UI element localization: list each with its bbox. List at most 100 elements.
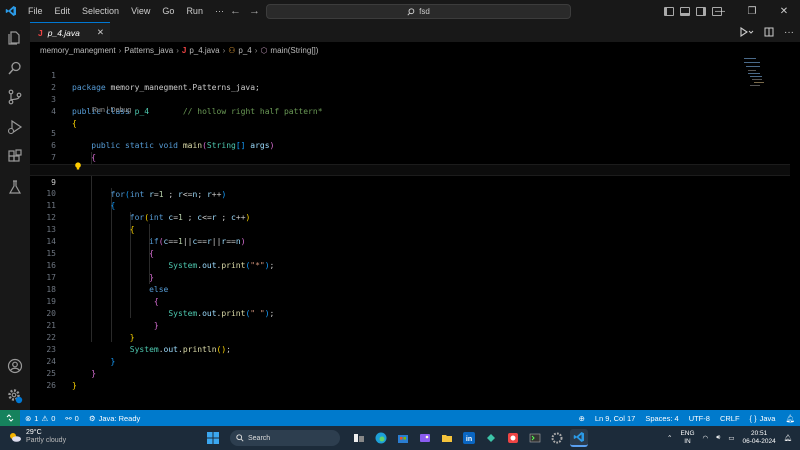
breadcrumb-method[interactable]: main(String[]) xyxy=(270,46,318,55)
task-view-icon[interactable] xyxy=(350,429,368,447)
ports-icon: ⚯ xyxy=(65,413,72,423)
source-control-icon[interactable] xyxy=(7,89,23,105)
code-line: 25 } xyxy=(30,356,790,390)
error-icon: ⊗ xyxy=(25,413,32,423)
menu-file[interactable]: File xyxy=(22,0,49,22)
breadcrumb-class[interactable]: p_4 xyxy=(238,46,251,55)
settings-icon[interactable] xyxy=(7,388,23,404)
status-bar: ⊗ 1 ⚠ 0 ⚯ 0 ⚙ Java: Ready ⊕ Ln 9, Col 17… xyxy=(0,410,800,426)
close-window-button[interactable]: ✕ xyxy=(768,6,800,17)
breadcrumb-subfolder[interactable]: Patterns_java xyxy=(124,46,173,55)
menu-view[interactable]: View xyxy=(125,0,156,22)
menu-selection[interactable]: Selection xyxy=(76,0,125,22)
restore-button[interactable]: ❐ xyxy=(736,6,768,17)
clock[interactable]: 20:51 06-04-2024 xyxy=(742,430,775,446)
line-ending[interactable]: CRLF xyxy=(715,414,745,423)
toggle-panel-icon[interactable] xyxy=(680,6,690,16)
weather-widget[interactable]: 29°C Partly cloudy xyxy=(8,429,66,445)
menu-go[interactable]: Go xyxy=(156,0,180,22)
run-java-icon[interactable] xyxy=(740,27,754,37)
toggle-primary-sidebar-icon[interactable] xyxy=(664,6,674,16)
tab-label: p_4.java xyxy=(47,27,80,38)
code-line: 23 } xyxy=(30,332,790,366)
split-editor-icon[interactable] xyxy=(764,27,774,37)
store-icon[interactable] xyxy=(394,429,412,447)
explorer-icon[interactable] xyxy=(7,30,23,46)
breadcrumb-file[interactable]: p_4.java xyxy=(189,46,219,55)
class-symbol-icon: ⚇ xyxy=(228,45,236,55)
run-debug-icon[interactable] xyxy=(7,119,23,135)
forward-arrow-icon[interactable]: → xyxy=(249,5,260,17)
close-tab-icon[interactable]: ✕ xyxy=(97,27,104,38)
account-icon[interactable] xyxy=(7,358,23,374)
command-center-text: fsd xyxy=(419,7,430,16)
command-center[interactable]: fsd xyxy=(266,4,571,19)
problems-indicator[interactable]: ⊗ 1 ⚠ 0 xyxy=(20,414,60,423)
system-tray: ⌃ ENG IN ◠ 🔊︎ ▭ 20:51 06-04-2024 🔔︎ xyxy=(667,428,792,448)
file-explorer-icon[interactable] xyxy=(438,429,456,447)
code-line: 1 package memory_manegment.Patterns_java… xyxy=(30,58,790,92)
remote-indicator-icon[interactable] xyxy=(0,410,20,426)
input-language[interactable]: ENG IN xyxy=(680,430,694,446)
lightbulb-icon[interactable] xyxy=(74,162,82,170)
code-line: 16 } xyxy=(30,248,790,282)
warning-count: 0 xyxy=(51,413,56,423)
windows-taskbar: 29°C Partly cloudy Search in ⌃ ENG IN ◠ … xyxy=(0,426,800,450)
testing-icon[interactable] xyxy=(7,179,23,195)
chevron-right-icon: › xyxy=(222,45,226,55)
volume-icon[interactable]: 🔊︎ xyxy=(716,434,720,442)
battery-icon[interactable]: ▭ xyxy=(728,434,734,442)
menu-run[interactable]: Run xyxy=(180,0,209,22)
java-status[interactable]: ⚙ Java: Ready xyxy=(84,414,145,423)
language-mode[interactable]: { } Java xyxy=(745,414,781,423)
code-editor[interactable]: 1 package memory_manegment.Patterns_java… xyxy=(30,56,800,410)
code-line: 22 System.out.println(); xyxy=(30,320,790,354)
settings-app-icon[interactable] xyxy=(548,429,566,447)
window-controls: — ❐ ✕ xyxy=(704,0,800,22)
more-actions-icon[interactable]: ··· xyxy=(784,27,794,38)
photos-icon[interactable] xyxy=(416,429,434,447)
search-icon xyxy=(236,434,244,442)
ports-indicator[interactable]: ⚯ 0 xyxy=(60,414,83,423)
linkedin-icon[interactable]: in xyxy=(460,429,478,447)
copilot-icon[interactable] xyxy=(482,429,500,447)
cursor-position[interactable]: Ln 9, Col 17 xyxy=(590,414,640,423)
edge-browser-icon[interactable] xyxy=(372,429,390,447)
menu-edit[interactable]: Edit xyxy=(49,0,77,22)
breadcrumb-folder[interactable]: memory_manegment xyxy=(40,46,116,55)
time: 20:51 xyxy=(750,430,768,437)
taskbar-search[interactable]: Search xyxy=(230,430,340,446)
vscode-taskbar-icon[interactable] xyxy=(570,429,588,447)
extensions-icon[interactable] xyxy=(7,149,23,165)
code-line: 15 System.out.print("*"); xyxy=(30,236,790,270)
tab-bar: J p_4.java ✕ ··· xyxy=(30,22,800,42)
minimize-button[interactable]: — xyxy=(704,6,736,17)
menu-more[interactable]: ··· xyxy=(209,0,230,22)
title-bar: File Edit Selection View Go Run ··· ← → … xyxy=(0,0,800,22)
wifi-icon[interactable]: ◠ xyxy=(703,434,709,442)
show-hidden-icons-icon[interactable]: ⌃ xyxy=(667,434,672,442)
code-line: 2 xyxy=(30,70,790,92)
line-number: 26 xyxy=(46,381,56,390)
date: 06-04-2024 xyxy=(742,438,776,445)
code-line: 24 } xyxy=(30,344,790,378)
temperature: 29°C xyxy=(26,429,42,436)
zoom-icon: ⊕ xyxy=(578,413,585,423)
indentation[interactable]: Spaces: 4 xyxy=(640,414,683,423)
code-line: 21 } xyxy=(30,308,790,342)
minimap[interactable] xyxy=(744,58,764,88)
code-line: 14 { xyxy=(30,224,790,258)
snipping-tool-icon[interactable] xyxy=(504,429,522,447)
zoom-indicator[interactable]: ⊕ xyxy=(574,414,590,423)
vscode-logo-icon xyxy=(0,0,22,22)
windows-start-icon[interactable] xyxy=(204,429,222,447)
back-arrow-icon[interactable]: ← xyxy=(230,5,241,17)
notifications-bell-icon[interactable]: 🔔︎ xyxy=(780,414,800,423)
code-line: 3 public class p_4 // hollow right half … xyxy=(30,82,790,116)
terminal-icon[interactable] xyxy=(526,429,544,447)
notifications-icon[interactable]: 🔔︎ xyxy=(784,434,792,442)
search-icon[interactable] xyxy=(7,60,23,76)
java-file-icon: J xyxy=(181,45,187,55)
encoding[interactable]: UTF-8 xyxy=(684,414,715,423)
tab-p4-java[interactable]: J p_4.java ✕ xyxy=(30,22,110,42)
